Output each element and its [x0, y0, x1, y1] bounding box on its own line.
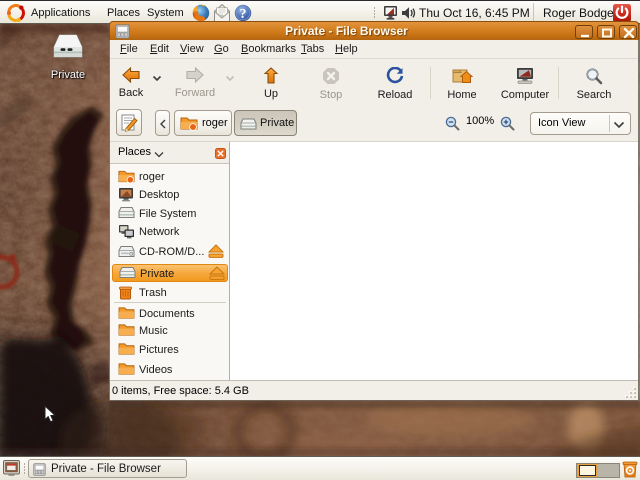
svg-text:?: ? — [240, 7, 247, 22]
